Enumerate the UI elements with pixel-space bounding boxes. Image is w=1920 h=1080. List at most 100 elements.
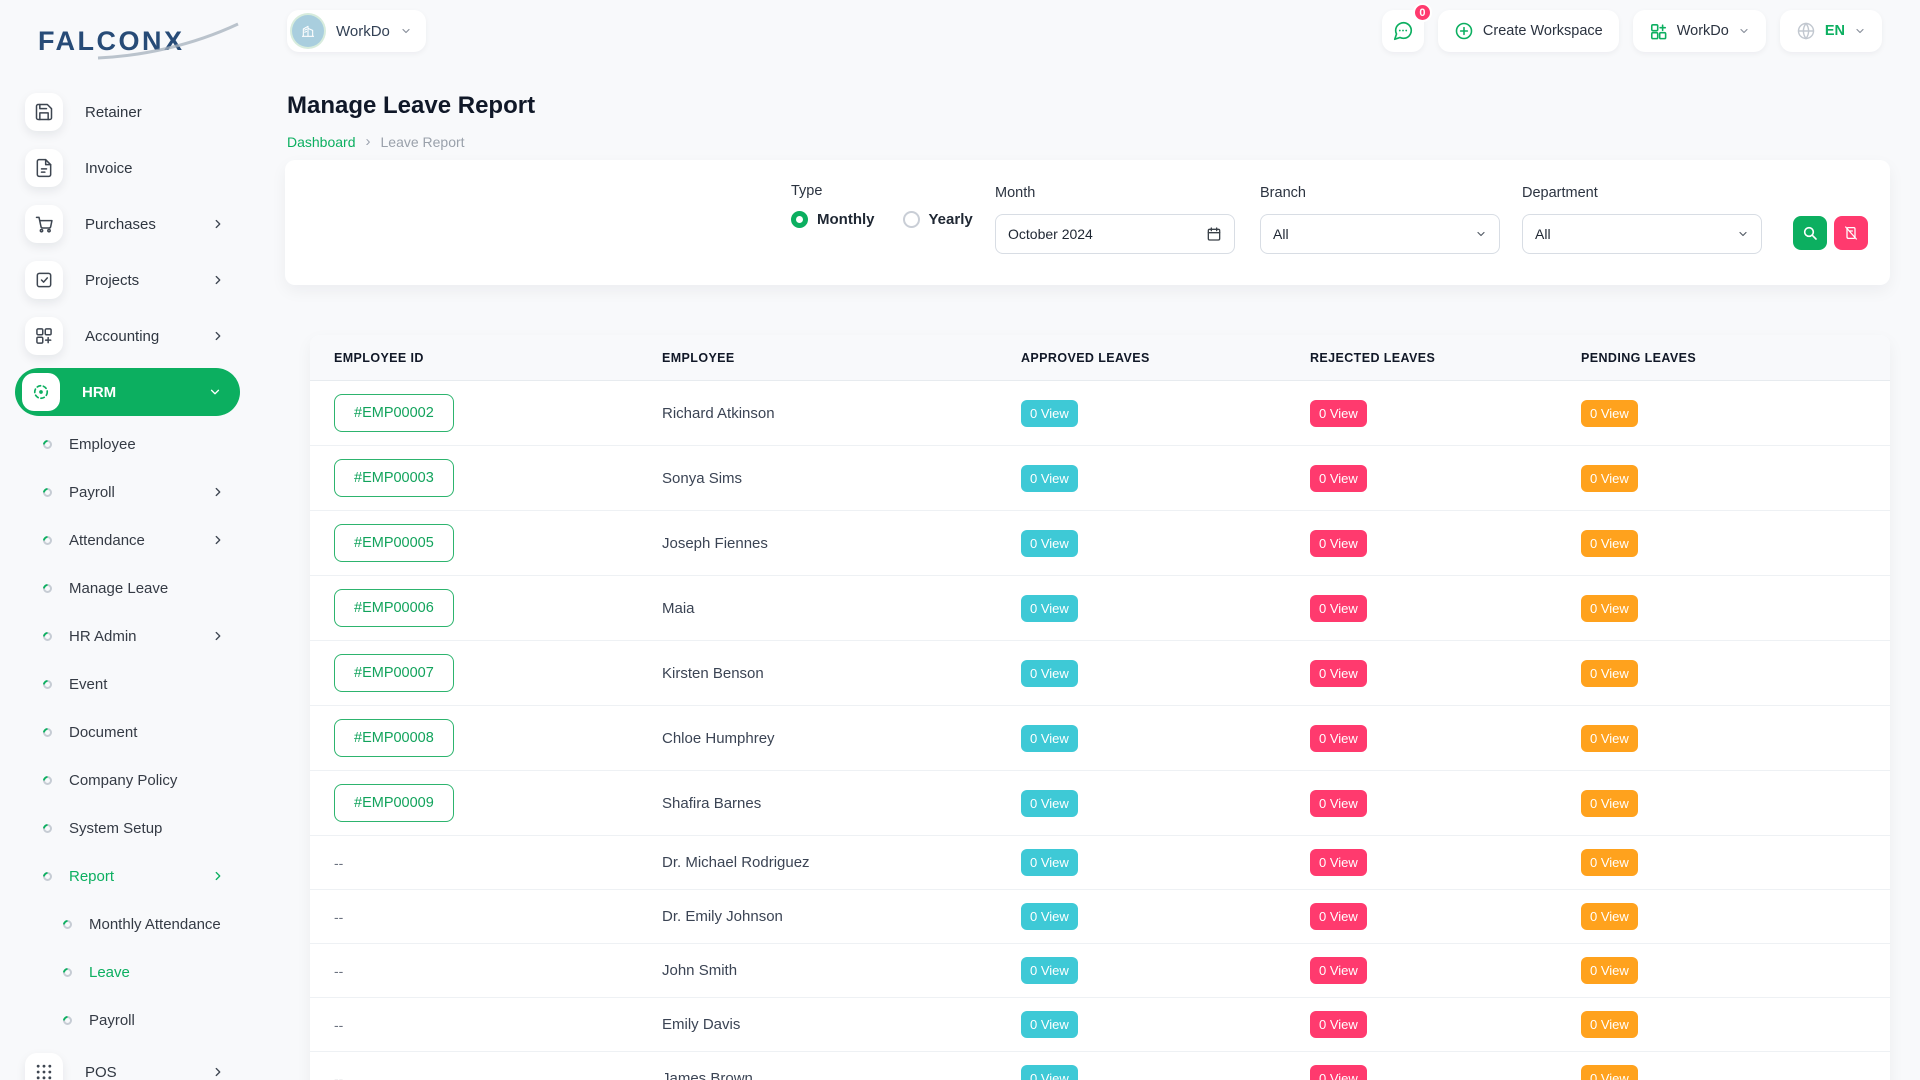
yearly-radio[interactable]: Yearly — [902, 211, 973, 228]
pending-leaves-badge[interactable]: 0 View — [1581, 594, 1638, 622]
create-workspace-button[interactable]: Create Workspace — [1437, 10, 1619, 52]
employee-id-button[interactable]: #EMP00007 — [334, 654, 454, 692]
pending-leaves-badge[interactable]: 0 View — [1581, 957, 1638, 984]
approved-leaves-badge[interactable]: 0 View — [1021, 849, 1078, 876]
chat-bubble-icon — [1393, 21, 1412, 41]
branch-label: Branch — [1260, 185, 1306, 201]
pending-leaves-badge[interactable]: 0 View — [1581, 789, 1638, 817]
create-workspace-label: Create Workspace — [1482, 23, 1603, 39]
pending-leaves-badge[interactable]: 0 View — [1581, 1011, 1638, 1038]
bullet-icon — [41, 773, 54, 787]
chevron-down-icon — [1477, 231, 1485, 237]
sidebar-item-hrm[interactable]: HRM — [15, 368, 240, 416]
rejected-leaves-badge[interactable]: 0 View — [1310, 659, 1367, 687]
sidebar-item-attendance[interactable]: Attendance — [0, 516, 255, 564]
approved-leaves-badge[interactable]: 0 View — [1021, 659, 1078, 687]
sidebar-item-monthly-attendance[interactable]: Monthly Attendance — [0, 900, 255, 948]
calendar-icon — [1207, 227, 1221, 241]
sidebar-item-retainer[interactable]: Retainer — [0, 84, 255, 140]
sidebar-item-system-setup[interactable]: System Setup — [0, 804, 255, 852]
reset-filter-button[interactable] — [1834, 216, 1868, 250]
rejected-leaves-badge[interactable]: 0 View — [1310, 724, 1367, 752]
employee-name: Dr. Emily Johnson — [662, 908, 783, 925]
table-row: -- James Brown 0 View 0 View 0 View — [310, 1052, 1890, 1080]
approved-leaves-badge[interactable]: 0 View — [1021, 594, 1078, 622]
pending-leaves-badge[interactable]: 0 View — [1581, 1065, 1638, 1080]
rejected-leaves-badge[interactable]: 0 View — [1310, 957, 1367, 984]
employee-id-button[interactable]: #EMP00008 — [334, 719, 454, 757]
bullet-icon — [41, 821, 54, 835]
chevron-right-icon — [215, 275, 221, 285]
sidebar-item-hr-admin[interactable]: HR Admin — [0, 612, 255, 660]
sidebar-item-event[interactable]: Event — [0, 660, 255, 708]
bullet-icon — [41, 725, 54, 739]
employee-id-button[interactable]: #EMP00009 — [334, 784, 454, 822]
pending-leaves-badge[interactable]: 0 View — [1581, 724, 1638, 752]
sidebar-item-report-payroll[interactable]: Payroll — [0, 996, 255, 1044]
sidebar-item-label: Manage Leave — [69, 579, 169, 597]
department-select[interactable]: All — [1522, 214, 1762, 254]
month-input[interactable]: October 2024 — [995, 214, 1235, 254]
rejected-leaves-badge[interactable]: 0 View — [1310, 789, 1367, 817]
employee-id-button[interactable]: #EMP00005 — [334, 524, 454, 562]
sidebar-item-accounting[interactable]: Accounting — [0, 308, 255, 364]
rejected-leaves-badge[interactable]: 0 View — [1310, 1065, 1367, 1080]
pending-leaves-badge[interactable]: 0 View — [1581, 659, 1638, 687]
breadcrumb-dashboard-link[interactable]: Dashboard — [287, 134, 356, 150]
sidebar-item-document[interactable]: Document — [0, 708, 255, 756]
employee-id-empty: -- — [334, 908, 344, 925]
approved-leaves-badge[interactable]: 0 View — [1021, 464, 1078, 492]
pending-leaves-badge[interactable]: 0 View — [1581, 849, 1638, 876]
sidebar-item-label: Monthly Attendance — [89, 915, 221, 933]
column-header-pending-leaves: PENDING LEAVES — [1581, 350, 1697, 365]
branch-select[interactable]: All — [1260, 214, 1500, 254]
rejected-leaves-badge[interactable]: 0 View — [1310, 1011, 1367, 1038]
rejected-leaves-badge[interactable]: 0 View — [1310, 594, 1367, 622]
rejected-leaves-badge[interactable]: 0 View — [1310, 464, 1367, 492]
approved-leaves-badge[interactable]: 0 View — [1021, 957, 1078, 984]
sidebar-item-payroll[interactable]: Payroll — [0, 468, 255, 516]
rejected-leaves-badge[interactable]: 0 View — [1310, 399, 1367, 427]
approved-leaves-badge[interactable]: 0 View — [1021, 789, 1078, 817]
sidebar-item-manage-leave[interactable]: Manage Leave — [0, 564, 255, 612]
breadcrumb-current: Leave Report — [380, 133, 465, 150]
globe-icon — [1797, 22, 1815, 40]
sidebar-item-report[interactable]: Report — [0, 852, 255, 900]
pending-leaves-badge[interactable]: 0 View — [1581, 903, 1638, 930]
monthly-radio[interactable]: Monthly — [791, 211, 875, 228]
sidebar-item-invoice[interactable]: Invoice — [0, 140, 255, 196]
chevron-down-icon — [1739, 231, 1747, 237]
employee-id-button[interactable]: #EMP00003 — [334, 459, 454, 497]
search-button[interactable] — [1793, 216, 1827, 250]
table-row: #EMP00002 Richard Atkinson 0 View 0 View… — [310, 381, 1890, 446]
sidebar-item-projects[interactable]: Projects — [0, 252, 255, 308]
employee-id-button[interactable]: #EMP00002 — [334, 394, 454, 432]
approved-leaves-badge[interactable]: 0 View — [1021, 724, 1078, 752]
approved-leaves-badge[interactable]: 0 View — [1021, 903, 1078, 930]
pending-leaves-badge[interactable]: 0 View — [1581, 464, 1638, 492]
approved-leaves-badge[interactable]: 0 View — [1021, 399, 1078, 427]
pending-leaves-badge[interactable]: 0 View — [1581, 529, 1638, 557]
bullet-icon — [41, 629, 54, 643]
sidebar-item-pos[interactable]: POS — [0, 1044, 255, 1080]
column-header-approved-leaves: APPROVED LEAVES — [1021, 350, 1150, 365]
approved-leaves-badge[interactable]: 0 View — [1021, 529, 1078, 557]
approved-leaves-badge[interactable]: 0 View — [1021, 1065, 1078, 1080]
workspace-switcher[interactable]: WorkDo — [287, 10, 426, 52]
rejected-leaves-badge[interactable]: 0 View — [1310, 849, 1367, 876]
messages-button[interactable]: 0 — [1381, 3, 1432, 52]
rejected-leaves-badge[interactable]: 0 View — [1310, 529, 1367, 557]
brand-logo[interactable]: FALCONX — [38, 22, 239, 60]
sidebar-item-leave[interactable]: Leave — [0, 948, 255, 996]
workdo-menu-button[interactable]: WorkDo — [1632, 10, 1766, 52]
breadcrumb-separator: › — [365, 133, 371, 150]
topbar-actions: 0 Create Workspace WorkDo EN — [1381, 3, 1882, 52]
employee-id-button[interactable]: #EMP00006 — [334, 589, 454, 627]
language-selector[interactable]: EN — [1779, 10, 1882, 52]
sidebar-item-company-policy[interactable]: Company Policy — [0, 756, 255, 804]
pending-leaves-badge[interactable]: 0 View — [1581, 399, 1638, 427]
approved-leaves-badge[interactable]: 0 View — [1021, 1011, 1078, 1038]
sidebar-item-purchases[interactable]: Purchases — [0, 196, 255, 252]
rejected-leaves-badge[interactable]: 0 View — [1310, 903, 1367, 930]
sidebar-item-employee[interactable]: Employee — [0, 420, 255, 468]
